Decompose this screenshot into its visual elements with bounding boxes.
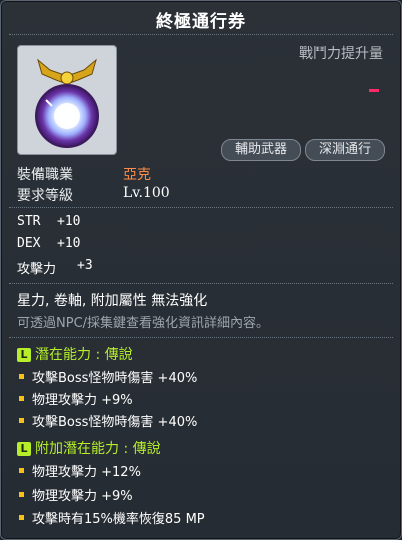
potential-line-text: 攻擊Boss怪物時傷害 +40% [32,371,198,386]
potential-header: L 潛在能力 : 傳說 [17,344,133,364]
stat-name: STR [17,214,41,229]
bullet-icon [19,396,24,401]
legendary-badge-icon: L [17,442,31,456]
job-label: 裝備職業 [17,167,73,183]
stat-name: 攻擊力 [17,262,57,277]
enhance-hint-note: 可透過NPC/採集鍵查看強化資訊詳細內容。 [17,316,270,331]
bonus-potential-header: L 附加潛在能力 : 傳說 [17,438,161,458]
bonus-potential-line: 物理攻擊力 +12% [19,461,141,480]
item-title: 終極通行券 [156,12,246,32]
item-icon-frame [17,45,117,155]
divider [9,207,393,208]
stat-dex: DEX +10 [17,236,80,251]
potential-line-text: 物理攻擊力 +9% [32,393,133,408]
job-value: 亞克 [123,167,151,183]
bonus-potential-line-text: 攻擊時有15%機率恢復85 MP [32,512,205,527]
bonus-potential-line: 攻擊時有15%機率恢復85 MP [19,508,205,527]
combat-power-value-dash [369,89,379,92]
enhance-restriction-note: 星力, 卷軸, 附加屬性 無法強化 [17,293,208,309]
legendary-badge-icon: L [17,348,31,362]
item-tooltip: 終極通行券 戰鬥力提升量 輔助武器 深淵通行 裝備職業 亞克 要求等級 Lv.1… [0,0,402,540]
stat-value: +10 [57,214,81,229]
divider [9,34,393,35]
bullet-icon [19,515,24,520]
potential-line: 物理攻擊力 +9% [19,389,133,408]
bonus-potential-line-text: 物理攻擊力 +12% [32,465,141,480]
tag-abyss-pass: 深淵通行 [305,139,385,161]
divider [9,337,393,338]
bonus-potential-title: 附加潛在能力 : 傳說 [35,441,161,457]
tag-secondary-weapon: 輔助武器 [221,139,301,161]
bonus-potential-line-text: 物理攻擊力 +9% [32,489,133,504]
bullet-icon [19,418,24,423]
stat-value: +10 [57,236,81,251]
stat-value: +3 [77,258,93,273]
bullet-icon [19,492,24,497]
level-label: 要求等級 [17,188,73,204]
bullet-icon [19,374,24,379]
stat-str: STR +10 [17,214,80,229]
potential-title: 潛在能力 : 傳說 [35,347,133,363]
combat-power-label: 戰鬥力提升量 [299,46,383,62]
bullet-icon [19,468,24,473]
bonus-potential-line: 物理攻擊力 +9% [19,485,133,504]
potential-line: 攻擊Boss怪物時傷害 +40% [19,367,197,386]
pendant-orb-icon [35,58,99,148]
potential-line-text: 攻擊Boss怪物時傷害 +40% [32,415,198,430]
level-value: Lv.100 [123,185,170,201]
potential-line: 攻擊Boss怪物時傷害 +40% [19,411,197,430]
stat-name: DEX [17,236,41,251]
stat-attack: 攻擊力 +3 [17,258,93,277]
divider [9,283,393,284]
